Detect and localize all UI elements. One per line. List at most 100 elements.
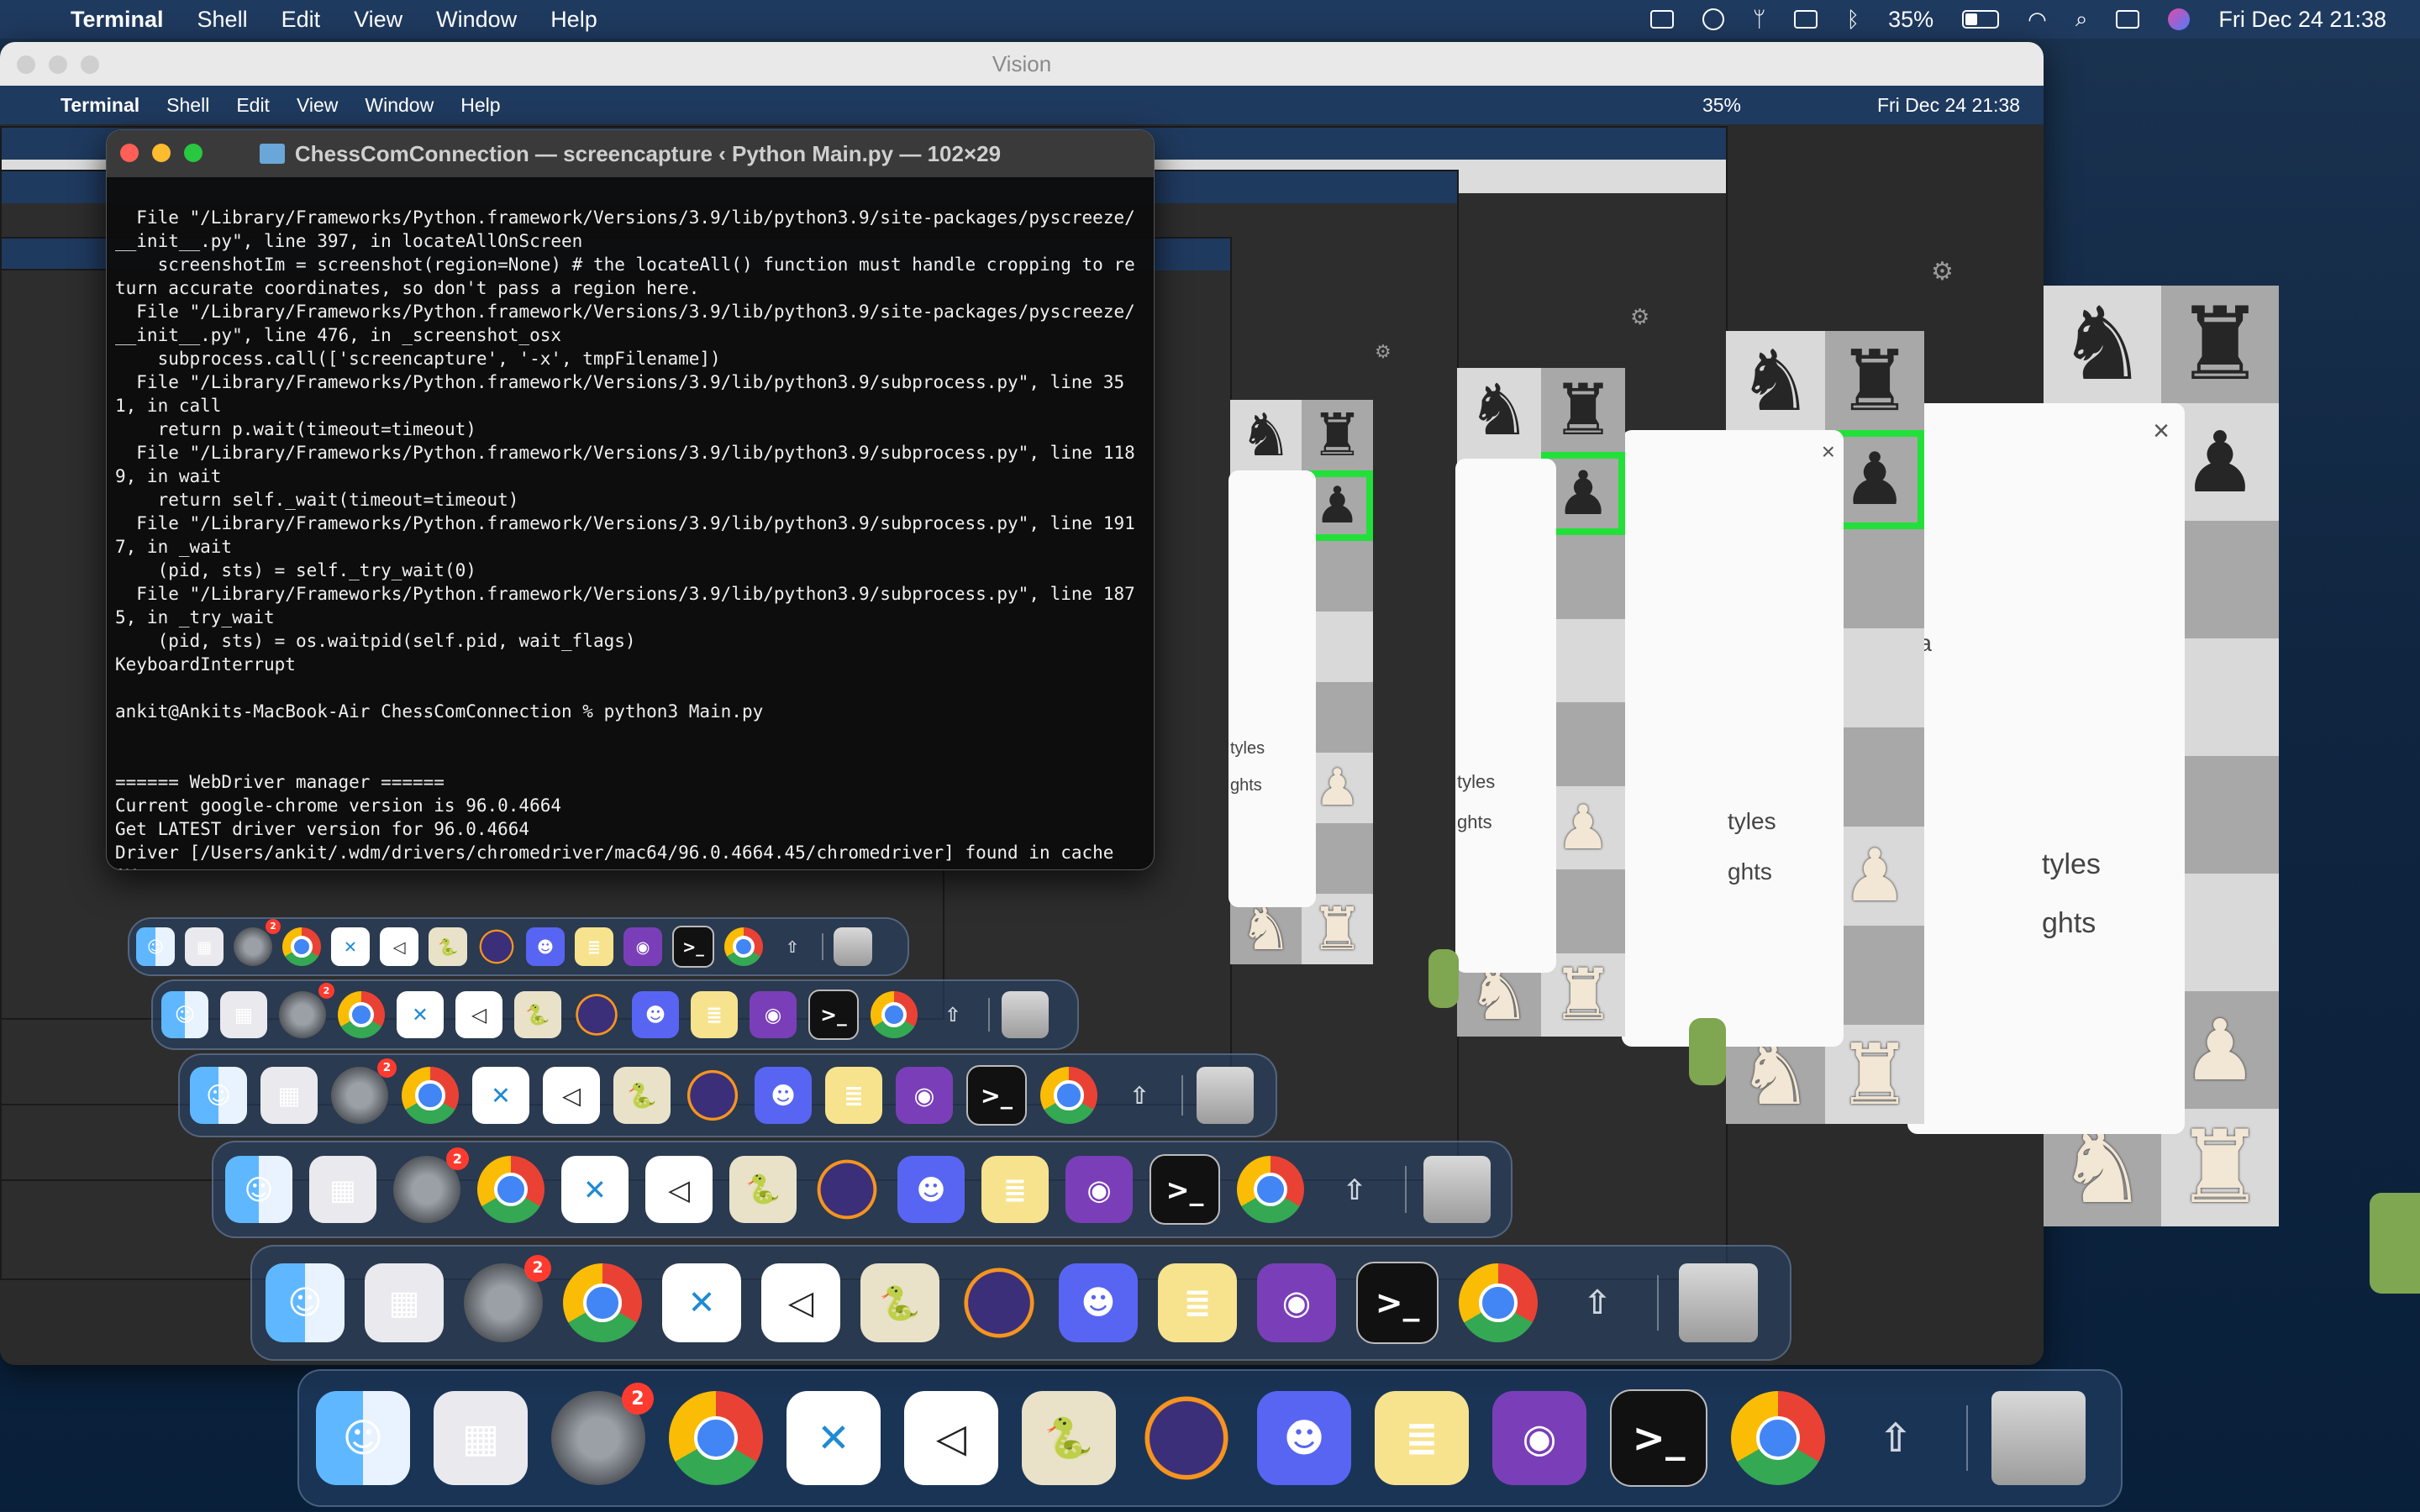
dock-github-desktop-icon[interactable]: ◉	[1065, 1156, 1133, 1223]
settings-gear-icon[interactable]: ⚙	[1375, 341, 1392, 363]
zoom-button[interactable]	[81, 55, 99, 74]
dock-google-chrome-icon[interactable]	[402, 1067, 459, 1124]
square[interactable]: ♞	[1726, 331, 1825, 430]
dock-github-desktop-icon[interactable]: ◉	[623, 927, 662, 966]
settings-gear-icon[interactable]: ⚙	[1630, 304, 1649, 330]
dock-github-desktop-icon[interactable]: ◉	[1257, 1263, 1336, 1342]
dock-finder-icon[interactable]: ☺	[190, 1067, 247, 1124]
dock-visual-studio-code-icon[interactable]: ✕	[397, 991, 444, 1038]
wifi-icon[interactable]: ◠	[2028, 7, 2047, 33]
dock-google-chrome-icon[interactable]	[871, 991, 918, 1038]
dock-rocket-icon[interactable]: ⇧	[929, 991, 976, 1038]
menu-app-name[interactable]: Terminal	[71, 7, 164, 33]
square[interactable]: ♞	[2044, 286, 2161, 403]
dock-visual-studio-code-icon[interactable]: ✕	[786, 1391, 881, 1485]
menu-window[interactable]: Window	[436, 7, 517, 33]
dock-finder-icon[interactable]: ☺	[225, 1156, 292, 1223]
search-icon[interactable]: ⌕	[2075, 6, 2088, 33]
close-popup-icon[interactable]: ×	[2153, 415, 2170, 448]
dock-unity-hub-icon[interactable]: ◁	[904, 1391, 998, 1485]
menu-view[interactable]: View	[354, 7, 402, 33]
dock-google-chrome-icon[interactable]	[1040, 1067, 1097, 1124]
dock-stickies-icon[interactable]: ≣	[825, 1067, 882, 1124]
dock-github-desktop-icon[interactable]: ◉	[896, 1067, 953, 1124]
dock-stickies-icon[interactable]: ≣	[1158, 1263, 1237, 1342]
dock-terminal-icon[interactable]: >_	[1150, 1154, 1220, 1225]
dock-visual-studio-code-icon[interactable]: ✕	[472, 1067, 529, 1124]
dock-launchpad-icon[interactable]: ▦	[220, 991, 267, 1038]
dock-github-desktop-icon[interactable]: ◉	[1492, 1391, 1586, 1485]
dock-terminal-icon[interactable]: >_	[672, 926, 714, 968]
dock-google-chrome-icon[interactable]	[1459, 1263, 1538, 1342]
dock-discord-icon[interactable]: ☻	[632, 991, 679, 1038]
terminal-output[interactable]: File "/Library/Frameworks/Python.framewo…	[107, 177, 1154, 869]
square[interactable]: ♜	[1825, 331, 1924, 430]
dock-trash-icon[interactable]	[834, 927, 872, 966]
menu-help[interactable]: Help	[550, 7, 597, 33]
square[interactable]: ♜	[1302, 400, 1373, 470]
dock-discord-icon[interactable]: ☻	[755, 1067, 812, 1124]
dock-finder-icon[interactable]: ☺	[316, 1391, 410, 1485]
dock-stickies-icon[interactable]: ≣	[691, 991, 738, 1038]
dock-eclipse-icon[interactable]	[960, 1263, 1039, 1342]
dock-launchpad-icon[interactable]: ▦	[365, 1263, 444, 1342]
dock-terminal-icon[interactable]: >_	[1356, 1262, 1439, 1344]
play-button[interactable]	[1428, 949, 1459, 1008]
bluetooth-icon[interactable]: ᛒ	[1846, 7, 1860, 33]
dock-google-chrome-icon[interactable]	[338, 991, 385, 1038]
dock-discord-icon[interactable]: ☻	[526, 927, 565, 966]
dock-trash-icon[interactable]	[1002, 991, 1049, 1038]
dock-stickies-icon[interactable]: ≣	[981, 1156, 1049, 1223]
terminal-window[interactable]: ChessComConnection — screencapture ‹ Pyt…	[106, 129, 1155, 870]
dock-visual-studio-code-icon[interactable]: ✕	[662, 1263, 741, 1342]
dock-eclipse-icon[interactable]	[477, 927, 516, 966]
dock-discord-icon[interactable]: ☻	[897, 1156, 965, 1223]
dock-google-chrome-icon[interactable]	[669, 1391, 763, 1485]
square[interactable]: ♞	[1230, 400, 1302, 470]
dock-system-preferences-icon[interactable]: 2	[331, 1058, 397, 1124]
dock-github-desktop-icon[interactable]: ◉	[750, 991, 797, 1038]
dock-system-preferences-icon[interactable]: 2	[234, 919, 281, 966]
dock-trash-icon[interactable]	[1423, 1156, 1491, 1223]
dock-unity-hub-icon[interactable]: ◁	[645, 1156, 713, 1223]
battery-icon[interactable]	[1962, 10, 2000, 29]
dock-rocket-icon[interactable]: ⇧	[1558, 1263, 1637, 1342]
square[interactable]: ♜	[2161, 286, 2279, 403]
dock-visual-studio-code-icon[interactable]: ✕	[331, 927, 370, 966]
dock-unity-hub-icon[interactable]: ◁	[455, 991, 502, 1038]
dock-unity-hub-icon[interactable]: ◁	[761, 1263, 840, 1342]
dock-rocket-icon[interactable]: ⇧	[1111, 1067, 1168, 1124]
dock-eclipse-icon[interactable]	[1139, 1391, 1234, 1485]
close-button[interactable]	[120, 144, 139, 162]
dock-google-chrome-icon[interactable]	[477, 1156, 544, 1223]
close-popup-icon[interactable]: ×	[1822, 438, 1835, 465]
dock-eclipse-icon[interactable]	[813, 1156, 881, 1223]
keyboard-icon[interactable]	[1794, 10, 1818, 29]
dock-launchpad-icon[interactable]: ▦	[309, 1156, 376, 1223]
dock-google-chrome-icon[interactable]	[282, 927, 321, 966]
dock-stickies-icon[interactable]: ≣	[1375, 1391, 1469, 1485]
dock-discord-icon[interactable]: ☻	[1257, 1391, 1351, 1485]
play-button[interactable]	[2370, 1193, 2420, 1294]
dock-trash-icon[interactable]	[1197, 1067, 1254, 1124]
dock-python-launcher-icon[interactable]: 🐍	[429, 927, 467, 966]
dock-visual-studio-code-icon[interactable]: ✕	[561, 1156, 629, 1223]
siri-icon[interactable]	[2168, 8, 2191, 30]
control-center-icon[interactable]	[2116, 10, 2140, 29]
dock-system-preferences-icon[interactable]: 2	[464, 1255, 551, 1342]
dock-trash-icon[interactable]	[1679, 1263, 1758, 1342]
dock-google-chrome-icon[interactable]	[1731, 1391, 1825, 1485]
dock-trash-icon[interactable]	[1991, 1391, 2086, 1485]
dock-finder-icon[interactable]: ☺	[266, 1263, 345, 1342]
dock-terminal-icon[interactable]: >_	[1610, 1389, 1707, 1487]
fan-icon[interactable]	[1702, 8, 1724, 30]
settings-gear-icon[interactable]: ⚙	[1931, 257, 1954, 286]
dock-unity-hub-icon[interactable]: ◁	[543, 1067, 600, 1124]
dock-python-launcher-icon[interactable]: 🐍	[1022, 1391, 1116, 1485]
dock-system-preferences-icon[interactable]: 2	[551, 1383, 654, 1485]
dock-finder-icon[interactable]: ☺	[136, 927, 175, 966]
dock-rocket-icon[interactable]: ⇧	[773, 927, 812, 966]
dock-google-chrome-icon[interactable]	[563, 1263, 642, 1342]
close-button[interactable]	[17, 55, 35, 74]
zoom-button[interactable]	[184, 144, 203, 162]
